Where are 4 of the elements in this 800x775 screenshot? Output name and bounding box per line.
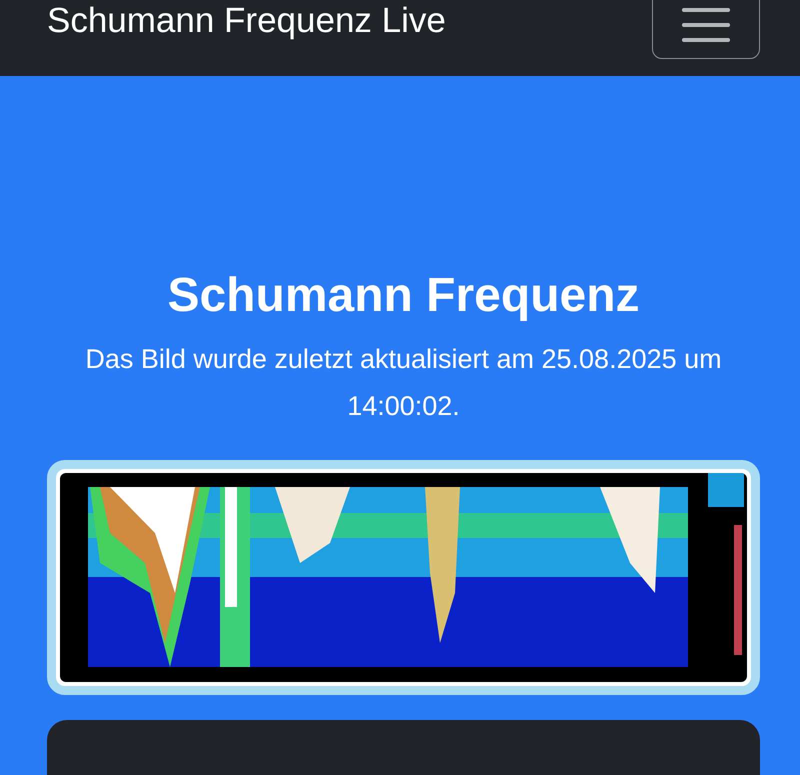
page-heading: Schumann Frequenz	[167, 268, 640, 324]
update-notice: Das Bild wurde zuletzt aktualisiert am 25.08.2025 um 14:00:02.	[84, 343, 723, 423]
menu-button[interactable]	[652, 0, 760, 59]
menu-icon	[682, 6, 730, 44]
